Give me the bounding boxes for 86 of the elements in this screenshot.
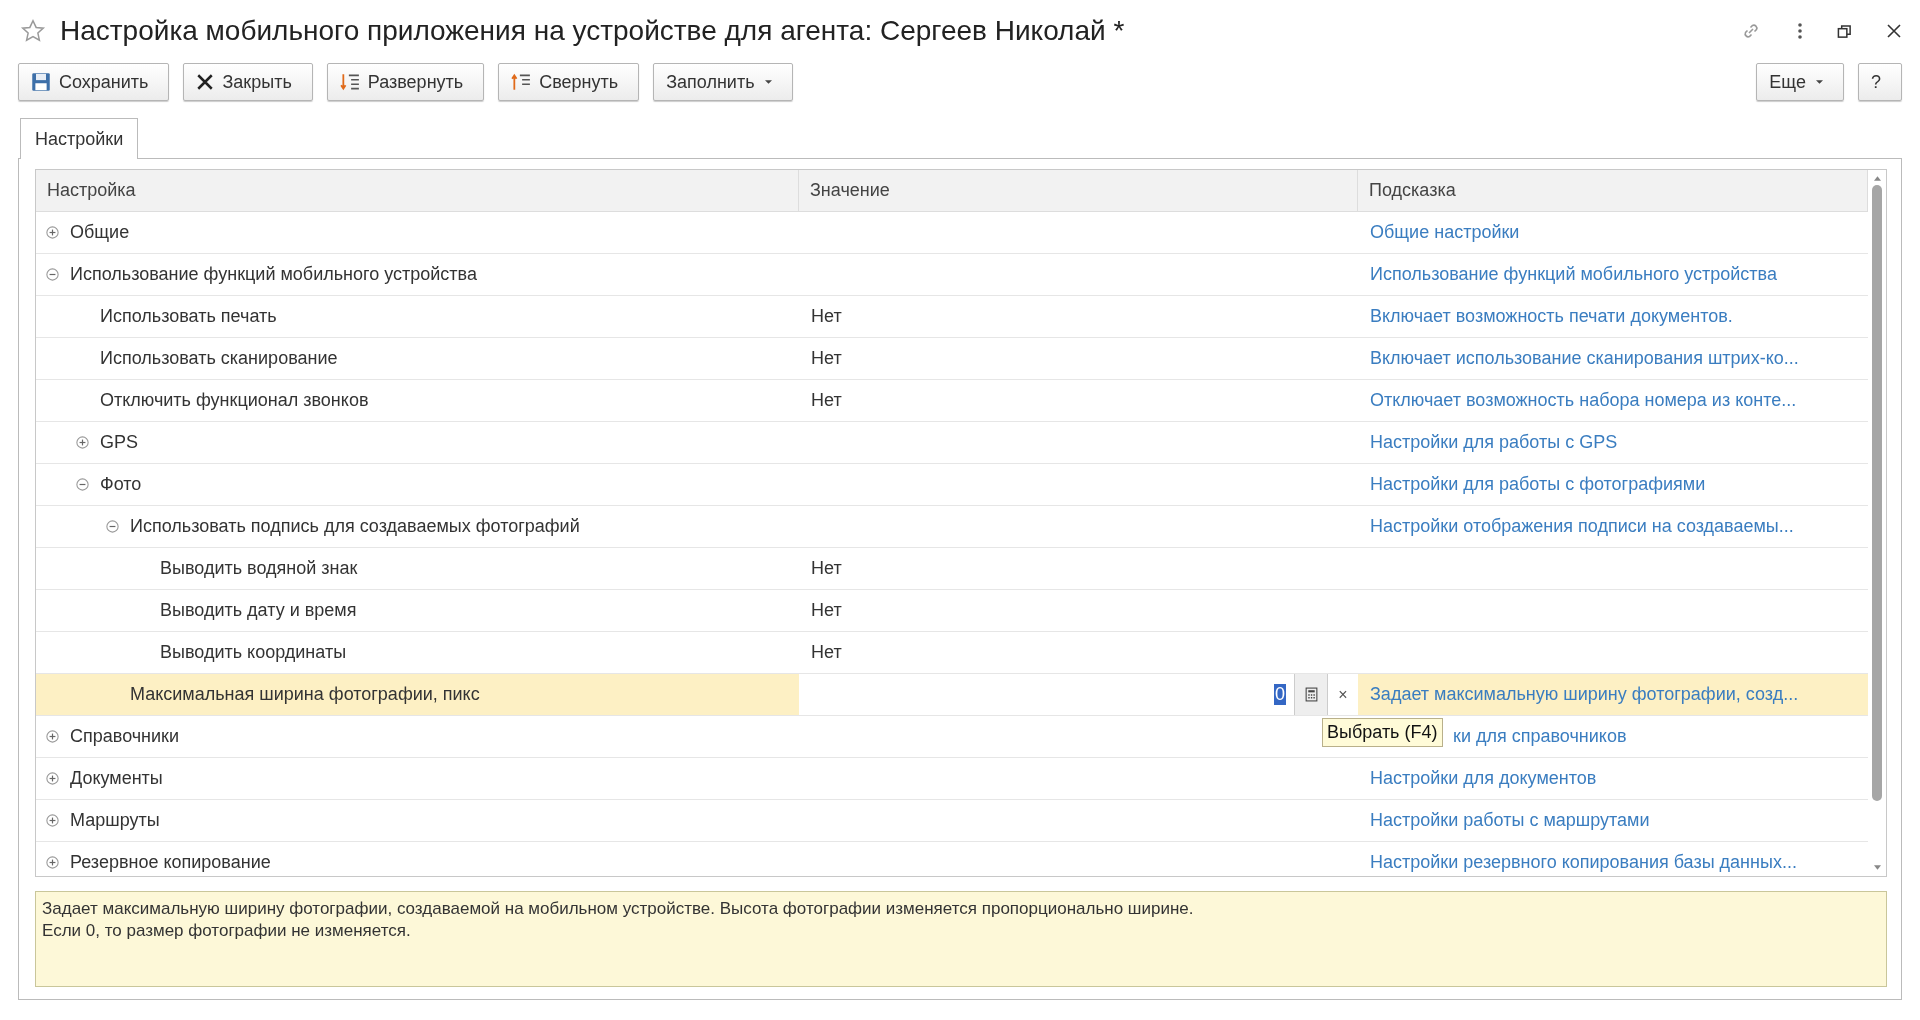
table-row[interactable]: Маршруты Настройки работы с маршрутами xyxy=(36,800,1868,842)
selected-row[interactable]: Максимальная ширина фотографии, пикс 0 × Задает максимальную ширину фотографии, созд... xyxy=(36,674,1868,716)
close-icon[interactable] xyxy=(1886,23,1902,39)
hint-link[interactable]: Настройки отображения подписи на создаваемы... xyxy=(1370,516,1794,537)
tree-toggle-icon[interactable] xyxy=(46,730,59,743)
star-icon[interactable] xyxy=(20,18,46,44)
setting-name: Резервное копирование xyxy=(70,852,271,873)
table-row[interactable]: Документы Настройки для документов xyxy=(36,758,1868,800)
setting-name: Общие xyxy=(70,222,130,243)
table-row[interactable]: Резервное копирование Настройки резервного копирования базы данных... xyxy=(36,842,1868,876)
setting-name: Отключить функционал звонков xyxy=(100,390,369,411)
setting-name: Справочники xyxy=(70,726,180,747)
hint-link[interactable]: ки для справочников xyxy=(1453,726,1627,747)
scroll-up-icon[interactable] xyxy=(1873,176,1881,181)
toolbar-button[interactable]: ? xyxy=(1858,63,1902,101)
setting-value: Нет xyxy=(811,348,842,369)
tooltip: Выбрать (F4) xyxy=(1322,718,1443,747)
toolbar-button[interactable]: Закрыть xyxy=(183,63,313,101)
setting-name: Использовать подпись для создаваемых фотографий xyxy=(130,516,580,537)
column-header[interactable]: Подсказка xyxy=(1358,170,1868,211)
toolbar-button[interactable]: Заполнить xyxy=(653,63,793,101)
setting-name: Выводить дату и время xyxy=(160,600,357,621)
setting-name: Использование функций мобильного устройства xyxy=(70,264,477,285)
setting-value: Нет xyxy=(811,558,842,579)
hint-link[interactable]: Включает возможность печати документов. xyxy=(1370,306,1733,327)
table-row[interactable]: Общие Общие настройки xyxy=(36,212,1868,254)
setting-name: GPS xyxy=(100,432,138,453)
column-header[interactable]: Значение xyxy=(799,170,1358,211)
table-row[interactable]: Использовать подпись для создаваемых фотографий Настройки отображения подписи на создаваемы... xyxy=(36,506,1868,548)
tree-toggle-icon[interactable] xyxy=(46,226,59,239)
caret-icon xyxy=(764,80,772,84)
hint-link[interactable]: Настройки работы с маршрутами xyxy=(1370,810,1650,831)
calculator-icon xyxy=(1304,687,1318,702)
table-row[interactable]: Выводить дату и время Нет xyxy=(36,590,1868,632)
hint-link[interactable]: Настройки для работы с GPS xyxy=(1370,432,1618,453)
table-row[interactable]: Использовать печать Нет Включает возможность печати документов. xyxy=(36,296,1868,338)
tree-toggle-icon[interactable] xyxy=(76,478,89,491)
table-row[interactable]: Использовать сканирование Нет Включает использование сканирования штрих-ко... xyxy=(36,338,1868,380)
caret-icon xyxy=(1816,80,1823,84)
tab[interactable]: Настройки xyxy=(20,118,139,159)
tree-toggle-icon[interactable] xyxy=(46,772,59,785)
table-row[interactable]: GPS Настройки для работы с GPS xyxy=(36,422,1868,464)
setting-name: Выводить координаты xyxy=(160,642,347,663)
toolbar-button[interactable]: Развернуть xyxy=(326,63,485,101)
hint-link[interactable]: Настройки для работы с фотографиями xyxy=(1370,474,1706,495)
setting-name: Документы xyxy=(70,768,163,789)
setting-name: Использовать сканирование xyxy=(100,348,338,369)
more-icon[interactable] xyxy=(1797,21,1803,41)
setting-value: Нет xyxy=(811,642,842,663)
setting-name: Фото xyxy=(100,474,142,495)
tree-toggle-icon[interactable] xyxy=(106,520,119,533)
table-row[interactable]: Фото Настройки для работы с фотографиями xyxy=(36,464,1868,506)
setting-name: Выводить водяной знак xyxy=(160,558,358,579)
tree-toggle-icon[interactable] xyxy=(46,268,59,281)
toolbar-button[interactable]: Еще xyxy=(1756,63,1844,101)
expand-list-icon xyxy=(339,72,360,92)
column-header[interactable]: Настройка xyxy=(36,170,799,211)
toolbar-button[interactable]: Сохранить xyxy=(18,63,170,101)
hint-link[interactable]: Общие настройки xyxy=(1370,222,1520,243)
hint-link[interactable]: Настройки для документов xyxy=(1370,768,1597,789)
collapse-list-icon xyxy=(511,72,532,92)
hint-link[interactable]: Включает использование сканирования штрих-ко... xyxy=(1370,348,1799,369)
setting-value: Нет xyxy=(811,600,842,621)
tree-toggle-icon[interactable] xyxy=(76,436,89,449)
description-text: Если 0, то размер фотографии не изменяется. xyxy=(42,920,412,943)
table-row[interactable]: Выводить водяной знак Нет xyxy=(36,548,1868,590)
setting-name: Использовать печать xyxy=(100,306,277,327)
setting-value: Нет xyxy=(811,390,842,411)
hint-link[interactable]: Отключает возможность набора номера из конте... xyxy=(1370,390,1797,411)
window-title: Настройка мобильного приложения на устройстве для агента: Сергеев Николай * xyxy=(60,15,1125,47)
setting-value: Нет xyxy=(811,306,842,327)
hint-link[interactable]: Использование функций мобильного устройства xyxy=(1370,264,1777,285)
description-text: Задает максимальную ширину фотографии, создаваемой на мобильном устройстве. Высота фотографии изменяется пропорционально ширине. xyxy=(42,898,1195,920)
toolbar-button[interactable]: Свернуть xyxy=(498,63,640,101)
tree-toggle-icon[interactable] xyxy=(46,814,59,827)
table-row[interactable]: Отключить функционал звонков Нет Отключает возможность набора номера из конте... xyxy=(36,380,1868,422)
scrollbar-thumb[interactable] xyxy=(1872,185,1882,801)
tree-toggle-icon[interactable] xyxy=(46,856,59,869)
close-icon xyxy=(196,73,215,91)
scroll-down-icon[interactable] xyxy=(1873,865,1881,870)
hint-link[interactable]: Настройки резервного копирования базы данных... xyxy=(1370,852,1797,873)
setting-name: Максимальная ширина фотографии, пикс xyxy=(130,684,480,705)
select-button[interactable] xyxy=(1294,674,1328,715)
restore-icon[interactable] xyxy=(1837,23,1852,39)
table-row[interactable]: Использование функций мобильного устройства Использование функций мобильного устройства xyxy=(36,254,1868,296)
setting-name: Маршруты xyxy=(70,810,160,831)
